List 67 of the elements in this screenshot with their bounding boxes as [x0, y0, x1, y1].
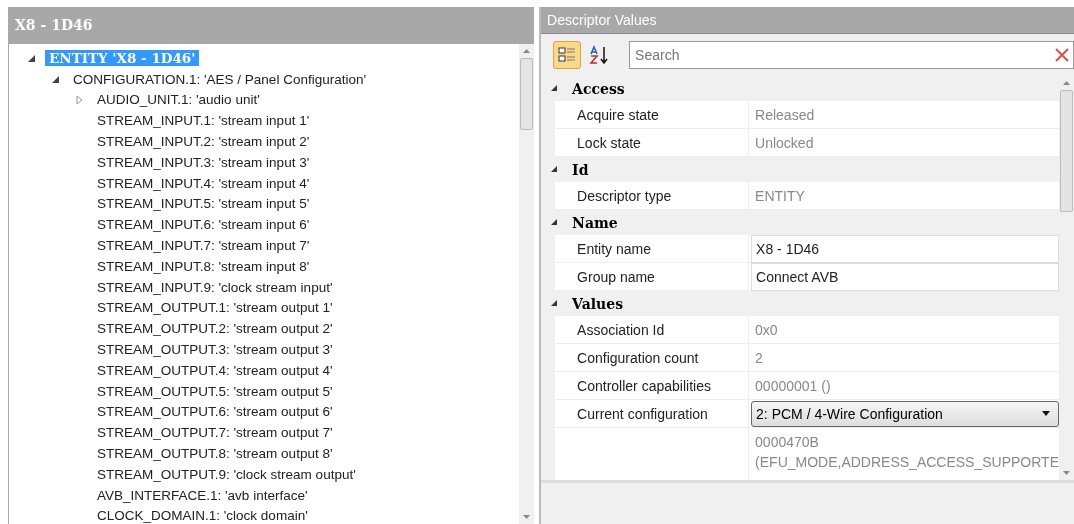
tree-item[interactable]: STREAM_OUTPUT.8: 'stream output 8'	[93, 446, 337, 462]
scrollbar[interactable]	[519, 44, 535, 524]
caret-icon	[1042, 411, 1050, 416]
category-header[interactable]: Id	[572, 161, 589, 178]
tree-item[interactable]: AUDIO_UNIT.1: 'audio unit'	[93, 92, 264, 108]
tree-item[interactable]: STREAM_OUTPUT.9: 'clock stream output'	[93, 466, 360, 482]
collapse-arrow-icon[interactable]	[27, 53, 36, 63]
scroll-up-icon[interactable]	[523, 49, 531, 53]
property-value: 2	[754, 348, 763, 368]
tree-item[interactable]: STREAM_OUTPUT.2: 'stream output 2'	[93, 321, 337, 337]
property-label: Descriptor type	[555, 182, 750, 209]
scroll-down-icon[interactable]	[523, 515, 531, 519]
collapse-arrow-icon[interactable]	[551, 166, 559, 173]
categorized-view-button[interactable]	[553, 41, 582, 69]
tree-item[interactable]: STREAM_INPUT.7: 'stream input 7'	[93, 238, 314, 254]
panel-title: X8 - 1D46	[9, 7, 535, 44]
tree-item[interactable]: STREAM_OUTPUT.7: 'stream output 7'	[93, 425, 337, 441]
tree-item[interactable]: STREAM_INPUT.2: 'stream input 2'	[93, 134, 314, 150]
property-label: Lock state	[555, 129, 750, 156]
tree-item[interactable]: STREAM_OUTPUT.1: 'stream output 1'	[93, 300, 337, 316]
property-value: 0x0	[754, 320, 778, 340]
property-value: Unlocked	[754, 133, 814, 153]
tree-item[interactable]: STREAM_INPUT.8: 'stream input 8'	[93, 258, 314, 274]
property-label: Acquire state	[555, 101, 750, 128]
panel-title: Descriptor Values	[541, 7, 1074, 34]
collapse-arrow-icon[interactable]	[551, 219, 559, 226]
text-field[interactable]: X8 - 1D46	[751, 234, 1059, 263]
tree-item[interactable]: STREAM_OUTPUT.6: 'stream output 6'	[93, 404, 337, 420]
property-value: ENTITY	[754, 186, 805, 206]
tree-item[interactable]: STREAM_INPUT.3: 'stream input 3'	[93, 154, 314, 170]
property-value: 00000001 ()	[754, 376, 831, 396]
property-label: Association Id	[555, 316, 750, 343]
categorized-list-icon	[557, 45, 578, 65]
tree-item[interactable]: STREAM_INPUT.5: 'stream input 5'	[93, 196, 314, 212]
collapse-arrow-icon[interactable]	[51, 74, 60, 84]
property-label: Group name	[555, 263, 750, 290]
tree-item[interactable]: STREAM_INPUT.1: 'stream input 1'	[93, 113, 314, 129]
tree-item[interactable]: CONFIGURATION.1: 'AES / Panel Configuration'	[69, 71, 370, 87]
property-label: Controller capabilities	[555, 372, 750, 399]
scroll-down-icon[interactable]	[1063, 471, 1070, 475]
tree-item[interactable]: STREAM_OUTPUT.4: 'stream output 4'	[93, 362, 337, 378]
category-header[interactable]: Name	[572, 214, 618, 231]
tree-item[interactable]: CLOCK_DOMAIN.1: 'clock domain'	[93, 508, 312, 524]
property-value: Released	[754, 105, 815, 125]
category-header[interactable]: Values	[572, 295, 623, 312]
dropdown[interactable]: 2: PCM / 4-Wire Configuration	[751, 400, 1059, 427]
scroll-thumb[interactable]	[520, 58, 534, 130]
tree-item[interactable]: STREAM_INPUT.4: 'stream input 4'	[93, 175, 314, 191]
tree-item[interactable]: AVB_INTERFACE.1: 'avb interface'	[93, 487, 312, 503]
collapse-arrow-icon[interactable]	[551, 85, 559, 92]
tree-item[interactable]: STREAM_OUTPUT.3: 'stream output 3'	[93, 342, 337, 358]
property-label: Entity name	[555, 235, 750, 262]
tree-item[interactable]: STREAM_INPUT.9: 'clock stream input'	[93, 279, 337, 295]
scroll-up-icon[interactable]	[1063, 81, 1070, 85]
property-value: 0000470B (EFU_MODE,ADDRESS_ACCESS_SUPPORTE	[754, 433, 1059, 472]
tree-item[interactable]: STREAM_OUTPUT.5: 'stream output 5'	[93, 383, 337, 399]
property-label: Configuration count	[555, 344, 750, 371]
clear-icon[interactable]	[1054, 47, 1070, 63]
expand-arrow-icon[interactable]	[75, 95, 84, 105]
sort-az-icon	[588, 45, 611, 65]
text-field[interactable]: Connect AVB	[751, 262, 1059, 291]
tree-item[interactable]: STREAM_INPUT.6: 'stream input 6'	[93, 217, 314, 233]
property-label: Current configuration	[555, 400, 750, 427]
scroll-thumb[interactable]	[1060, 90, 1073, 212]
collapse-arrow-icon[interactable]	[551, 300, 559, 307]
category-header[interactable]: Access	[572, 80, 625, 97]
search-field[interactable]: Search	[629, 41, 1074, 69]
